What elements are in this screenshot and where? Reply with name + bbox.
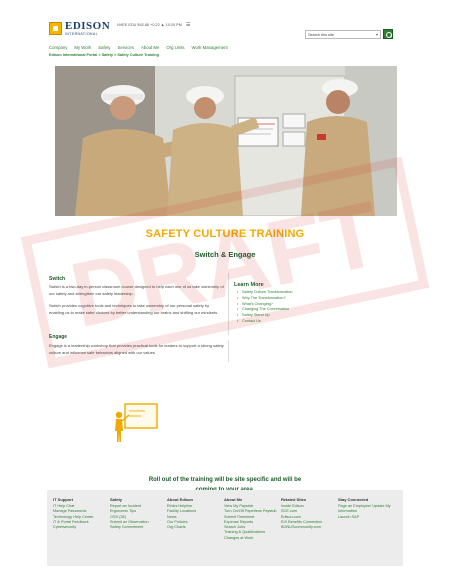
site-footer: IT Support IT Help Chat Manage Passwords… [47, 490, 403, 566]
nav-item-services[interactable]: Services [117, 45, 133, 50]
footer-link[interactable]: Cybersecurity [53, 525, 111, 530]
footer-column-about-edison: About Edison Ethics Helpline Facility Lo… [167, 497, 225, 530]
ticker-stamp: NVEE EDU $42.88 +0.22 ▲ 10:20 PM ☰ [117, 22, 190, 28]
footer-heading: IT Support [53, 497, 73, 502]
menu-icon[interactable]: ☰ [186, 22, 190, 28]
hero-photo [55, 66, 397, 216]
learn-more-list: Safety Culture Transformation Why The Tr… [234, 290, 292, 325]
footer-link[interactable]: Safety Commitment [110, 525, 168, 530]
logo-mark-icon [49, 22, 62, 35]
breadcrumb: Edison International Portal > Safety > S… [49, 53, 159, 57]
footer-heading: Stay Connected [338, 497, 369, 502]
learn-more-panel: Learn More Safety Culture Transformation… [234, 282, 292, 325]
presenter-illustration [115, 403, 158, 442]
nav-item-about-me[interactable]: About Me [141, 45, 159, 50]
learn-more-heading: Learn More [234, 282, 264, 288]
switch-paragraph-2: Switch provides cognitive tools and tech… [49, 303, 219, 315]
footer-link[interactable]: Turn On/Off Paperless Paystub [224, 509, 282, 514]
logo-subtitle: INTERNATIONAL [65, 32, 98, 36]
main-nav: Company My Work Safety Services About Me… [49, 45, 228, 50]
footer-link[interactable]: BONUScommunity.com [281, 525, 339, 530]
nav-item-my-work[interactable]: My Work [74, 45, 91, 50]
column-divider [228, 340, 229, 362]
footer-heading: Related Sites [281, 497, 307, 502]
footer-heading: Safety [110, 497, 123, 502]
engage-heading: Engage [49, 334, 68, 340]
footer-column-related-sites: Related Sites Inside Edison SCE.com Edis… [281, 497, 339, 530]
page-title: SAFETY CULTURE TRAINING [145, 228, 305, 240]
footer-link[interactable]: Page an Employee/ Update My Information [338, 504, 398, 515]
page-subtitle: Switch & Engage [194, 250, 256, 259]
nav-item-work-management[interactable]: Work Management [192, 45, 228, 50]
footer-column-stay-connected: Stay Connected Page an Employee/ Update … [338, 497, 398, 520]
chevron-down-icon[interactable]: ▾ [376, 31, 378, 39]
footer-column-it-support: IT Support IT Help Chat Manage Passwords… [53, 497, 111, 530]
footer-link[interactable]: Changes at Work [224, 536, 282, 541]
nav-item-company[interactable]: Company [49, 45, 67, 50]
breadcrumb-portal[interactable]: Edison International Portal [49, 53, 97, 57]
edison-logo[interactable]: EDISON INTERNATIONAL [49, 20, 113, 40]
whiteboard-presenter-icon [113, 403, 158, 443]
ticker-text: NVEE EDU $42.88 +0.22 ▲ 10:20 PM [117, 23, 182, 27]
footer-column-about-me: About Me View My Paystub Turn On/Off Pap… [224, 497, 282, 541]
nav-item-safety[interactable]: Safety [98, 45, 110, 50]
search-placeholder: Search this site [308, 33, 334, 37]
breadcrumb-current: Safety Culture Training [117, 53, 159, 57]
site-header: EDISON INTERNATIONAL NVEE EDU $42.88 +0.… [47, 18, 403, 46]
breadcrumb-safety[interactable]: Safety [102, 53, 113, 57]
switch-paragraph-1: Switch is a two-day in-person classroom … [49, 284, 224, 296]
page-container: EDISON INTERNATIONAL NVEE EDU $42.88 +0.… [47, 18, 403, 493]
footer-heading: About Edison [167, 497, 193, 502]
search-input[interactable]: Search this site ▾ [305, 30, 381, 39]
engage-paragraph: Engage is a leadership workshop that pro… [49, 343, 224, 355]
switch-heading: Switch [49, 276, 66, 282]
search-button[interactable] [383, 29, 393, 39]
nav-item-org-units[interactable]: Org Units [166, 45, 184, 50]
logo-name: EDISON [65, 20, 111, 32]
learn-more-link[interactable]: Contact Us [234, 319, 292, 325]
footer-column-safety: Safety Report an Incident Ergonomic Tips… [110, 497, 168, 530]
footer-heading: About Me [224, 497, 243, 502]
column-divider [228, 273, 229, 335]
footer-link[interactable]: Launch SAP [338, 515, 398, 520]
footer-link[interactable]: Org Charts [167, 525, 225, 530]
hero-illustration [55, 66, 397, 216]
rollout-line-1: Roll out of the training will be site sp… [148, 477, 302, 483]
